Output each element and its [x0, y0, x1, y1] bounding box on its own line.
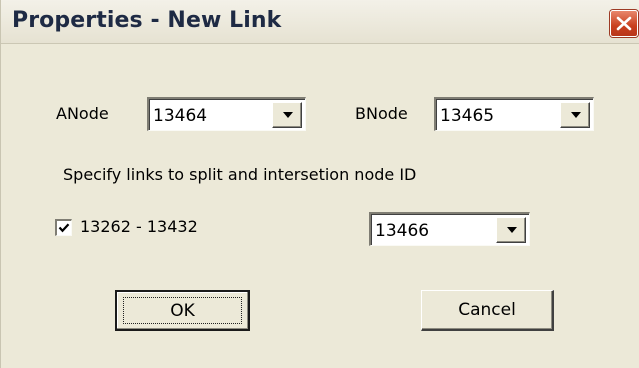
close-button[interactable] — [610, 10, 638, 37]
anode-label: ANode — [56, 104, 109, 123]
split-link-label: 13262 - 13432 — [80, 217, 198, 236]
ok-button[interactable]: OK — [115, 290, 250, 331]
split-instruction-label: Specify links to split and intersetion n… — [63, 165, 417, 184]
chevron-down-icon — [571, 112, 581, 118]
ok-button-label: OK — [170, 301, 195, 321]
cancel-button-label: Cancel — [458, 300, 516, 320]
bnode-combobox[interactable]: 13465 — [434, 97, 594, 131]
bnode-value: 13465 — [440, 106, 495, 126]
properties-dialog: Properties - New Link ANode 13464 BNode … — [0, 0, 639, 368]
check-icon — [58, 223, 70, 233]
anode-value: 13464 — [153, 106, 208, 126]
chevron-down-icon — [507, 227, 517, 233]
anode-dropdown-button[interactable] — [272, 102, 302, 128]
intersection-node-combobox[interactable]: 13466 — [369, 212, 530, 246]
anode-combobox[interactable]: 13464 — [147, 97, 306, 131]
close-icon — [616, 16, 632, 31]
bnode-label: BNode — [355, 104, 408, 123]
bnode-dropdown-button[interactable] — [560, 102, 590, 128]
title-bar[interactable]: Properties - New Link — [1, 0, 639, 44]
cancel-button[interactable]: Cancel — [421, 290, 554, 331]
intersection-node-value: 13466 — [375, 221, 430, 241]
chevron-down-icon — [283, 112, 293, 118]
intersection-node-dropdown-button[interactable] — [496, 217, 526, 243]
dialog-title: Properties - New Link — [12, 8, 282, 33]
split-link-checkbox[interactable] — [55, 219, 72, 236]
